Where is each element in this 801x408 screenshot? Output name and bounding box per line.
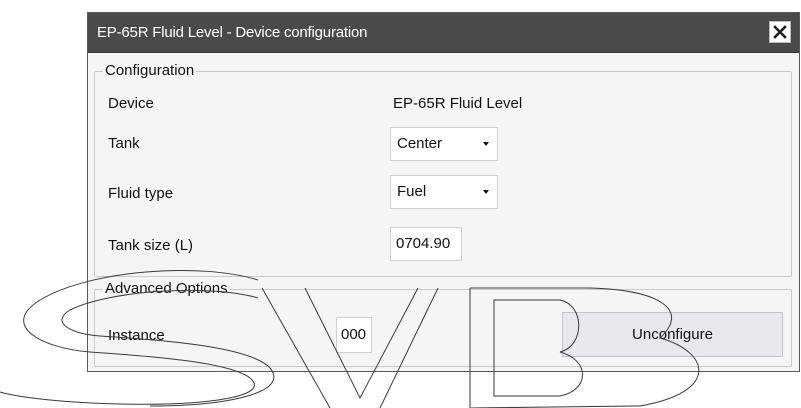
tank-label: Tank <box>108 135 140 152</box>
tank-size-value: 0704.90 <box>396 235 451 252</box>
unconfigure-button[interactable]: Unconfigure <box>562 312 783 357</box>
fluid-type-dropdown-value: Fuel <box>397 183 427 200</box>
instance-value: 000 <box>341 326 367 343</box>
configuration-legend: Configuration <box>103 62 197 80</box>
close-button[interactable] <box>769 21 791 43</box>
device-value: EP-65R Fluid Level <box>393 95 523 112</box>
instance-label: Instance <box>108 327 165 344</box>
advanced-options-legend: Advanced Options <box>103 280 230 298</box>
dialog-titlebar: EP-65R Fluid Level - Device configuratio… <box>88 13 799 53</box>
chevron-down-icon <box>483 142 489 146</box>
tank-dropdown-value: Center <box>397 135 443 152</box>
fluid-type-dropdown[interactable]: Fuel <box>390 175 498 209</box>
unconfigure-button-label: Unconfigure <box>632 326 713 343</box>
tank-size-label: Tank size (L) <box>108 237 194 254</box>
tank-dropdown[interactable]: Center <box>390 127 498 161</box>
device-configuration-dialog: EP-65R Fluid Level - Device configuratio… <box>87 12 800 372</box>
device-label: Device <box>108 95 154 112</box>
dialog-title: EP-65R Fluid Level - Device configuratio… <box>97 24 368 41</box>
instance-input[interactable]: 000 <box>336 317 372 353</box>
fluid-type-label: Fluid type <box>108 185 174 202</box>
close-icon <box>773 25 787 39</box>
chevron-down-icon <box>483 190 489 194</box>
tank-size-input[interactable]: 0704.90 <box>390 227 462 261</box>
